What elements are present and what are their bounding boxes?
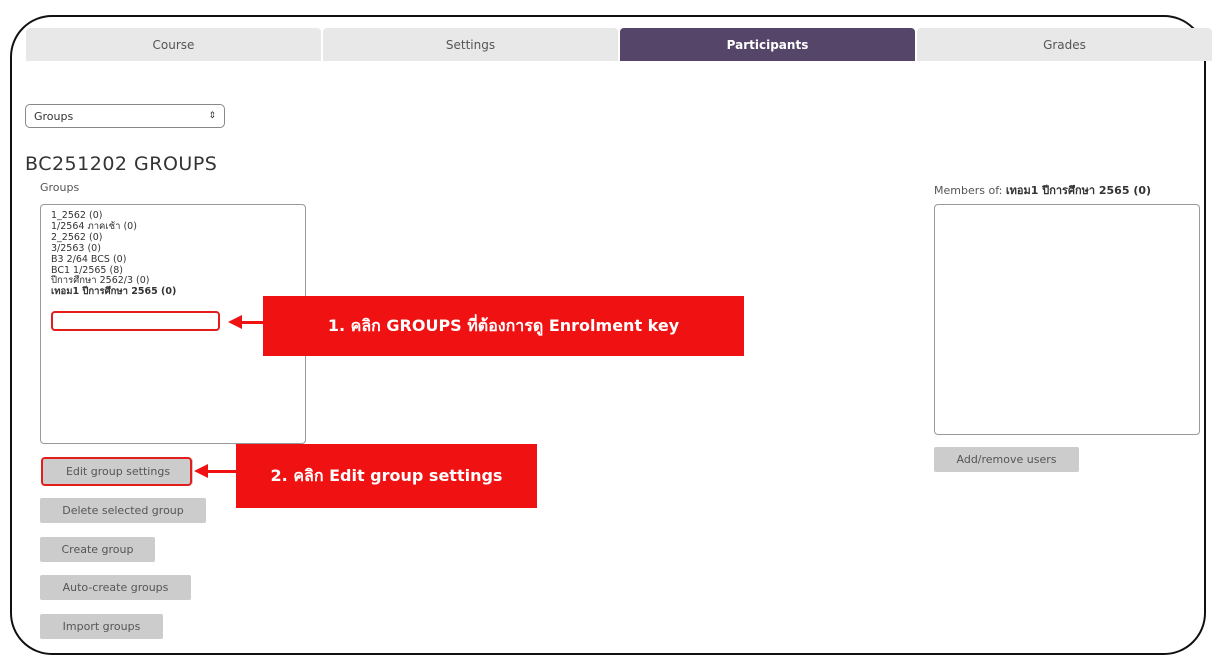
step1-arrow-line xyxy=(240,321,264,324)
group-option[interactable]: B3 2/64 BCS (0) xyxy=(51,254,295,266)
view-select[interactable]: Groups ⇕ xyxy=(25,104,225,128)
step1-callout: 1. คลิก GROUPS ที่ต้องการดู Enrolment ke… xyxy=(263,296,744,356)
view-select-value: Groups xyxy=(34,109,74,123)
nav-tabs: Course Settings Participants Grades xyxy=(26,28,1212,61)
tab-course[interactable]: Course xyxy=(26,28,321,61)
group-option[interactable]: 3/2563 (0) xyxy=(51,243,295,255)
edit-button-highlight xyxy=(41,457,192,486)
tab-settings[interactable]: Settings xyxy=(323,28,618,61)
step2-arrow-line xyxy=(206,470,237,473)
tab-grades[interactable]: Grades xyxy=(917,28,1212,61)
groups-label: Groups xyxy=(40,181,80,194)
tab-participants[interactable]: Participants xyxy=(620,28,915,61)
create-group-button[interactable]: Create group xyxy=(40,537,155,562)
members-label: Members of: เทอม1 ปีการศึกษา 2565 (0) xyxy=(934,181,1151,199)
auto-create-groups-button[interactable]: Auto-create groups xyxy=(40,575,191,600)
step2-callout: 2. คลิก Edit group settings xyxy=(236,444,537,508)
group-option-selected[interactable]: เทอม1 ปีการศึกษา 2565 (0) xyxy=(51,286,295,298)
members-label-group: เทอม1 ปีการศึกษา 2565 (0) xyxy=(1005,184,1152,197)
add-remove-users-button[interactable]: Add/remove users xyxy=(934,447,1079,472)
import-groups-button[interactable]: Import groups xyxy=(40,614,163,639)
members-label-prefix: Members of: xyxy=(934,184,1003,197)
selected-group-highlight xyxy=(51,311,220,331)
members-listbox[interactable] xyxy=(934,204,1200,435)
delete-selected-group-button[interactable]: Delete selected group xyxy=(40,498,206,523)
page-title: BC251202 GROUPS xyxy=(25,153,218,175)
select-arrows-icon: ⇕ xyxy=(208,111,216,121)
